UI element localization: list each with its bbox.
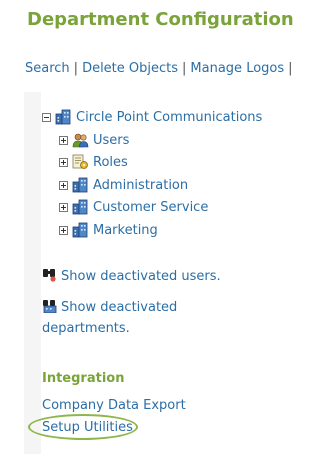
building-icon — [72, 222, 88, 238]
highlight-ring — [28, 414, 138, 440]
binoculars-icon — [43, 269, 56, 282]
users-icon — [72, 133, 89, 148]
tree-item-label[interactable]: Administration — [93, 178, 188, 193]
company-data-export-link[interactable]: Company Data Export — [42, 398, 186, 413]
tree-item-roles[interactable]: Roles — [59, 153, 128, 171]
tree-item-label[interactable]: Roles — [93, 155, 128, 170]
nav-separator: | — [73, 61, 79, 76]
building-icon — [55, 109, 71, 125]
tree-item-label[interactable]: Users — [93, 133, 129, 148]
tree-root-label[interactable]: Circle Point Communications — [76, 110, 262, 125]
tree-item-label[interactable]: Marketing — [93, 223, 158, 238]
show-deactivated-departments-label[interactable]: Show deactivated departments. — [42, 300, 177, 336]
manage-logos-link[interactable]: Manage Logos — [190, 61, 284, 76]
nav-separator: | — [182, 61, 187, 76]
delete-objects-link[interactable]: Delete Objects — [82, 61, 178, 76]
expand-icon[interactable] — [59, 225, 68, 235]
show-deactivated-users-label[interactable]: Show deactivated users. — [61, 269, 221, 284]
building-icon — [72, 199, 88, 215]
nav-separator: | — [288, 61, 293, 76]
search-link[interactable]: Search — [25, 61, 70, 76]
tree-root-node[interactable]: Circle Point Communications — [42, 108, 262, 126]
binoculars-building-icon — [43, 300, 57, 313]
building-icon — [72, 177, 88, 193]
expand-icon[interactable] — [59, 157, 68, 167]
collapse-icon[interactable] — [42, 112, 51, 122]
tree-item-label[interactable]: Customer Service — [93, 200, 208, 215]
tree-item-customer-service[interactable]: Customer Service — [59, 198, 208, 216]
tree-item-marketing[interactable]: Marketing — [59, 221, 158, 239]
integration-heading: Integration — [42, 371, 125, 386]
show-deactivated-departments-link[interactable]: Show deactivated departments. — [42, 297, 222, 339]
expand-icon[interactable] — [59, 135, 68, 145]
tree-item-users[interactable]: Users — [59, 131, 129, 149]
top-nav: Search | Delete Objects | Manage Logos | — [25, 61, 297, 76]
show-deactivated-users-link[interactable]: Show deactivated users. — [42, 266, 221, 287]
expand-icon[interactable] — [59, 180, 68, 190]
expand-icon[interactable] — [59, 202, 68, 212]
roles-icon — [72, 154, 88, 169]
page-title: Department Configuration — [27, 9, 294, 30]
tree-item-administration[interactable]: Administration — [59, 176, 188, 194]
